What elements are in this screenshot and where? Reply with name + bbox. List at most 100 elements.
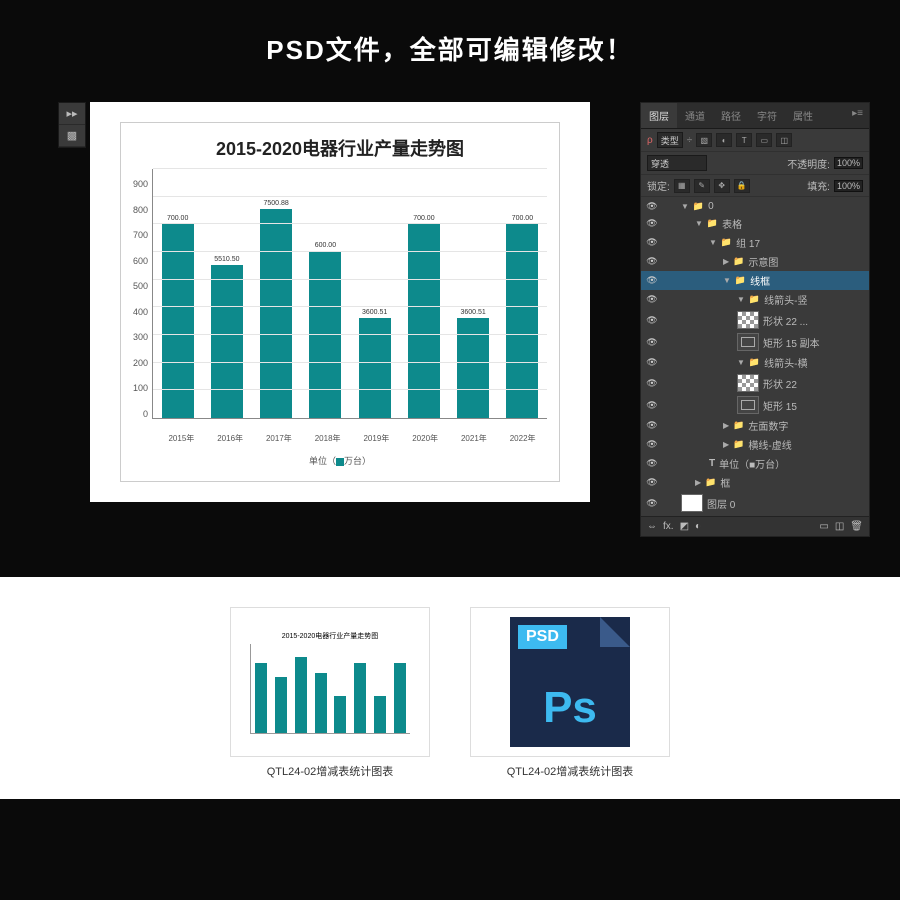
- panel-menu-icon[interactable]: ▸≡: [846, 103, 869, 128]
- layer-row[interactable]: 👁▼📁线框: [641, 271, 869, 290]
- group-icon[interactable]: ▭: [819, 521, 828, 532]
- layer-row[interactable]: 👁 形状 22 ...: [641, 309, 869, 331]
- visibility-eye-icon[interactable]: 👁: [645, 315, 659, 326]
- layer-row[interactable]: 👁矩形 15: [641, 394, 869, 416]
- thumb-caption-2: QTL24-02增减表统计图表: [470, 763, 670, 779]
- tab-channels[interactable]: 通道: [677, 103, 713, 128]
- caret-icon[interactable]: ▶: [695, 478, 701, 487]
- layer-name: 框: [720, 475, 730, 490]
- layer-row[interactable]: 👁▶📁左面数字: [641, 416, 869, 435]
- blend-mode-select[interactable]: 穿透: [647, 155, 707, 171]
- visibility-eye-icon[interactable]: 👁: [645, 439, 659, 450]
- visibility-eye-icon[interactable]: 👁: [645, 275, 659, 286]
- visibility-eye-icon[interactable]: 👁: [645, 498, 659, 509]
- workspace: ▸▸ ▩ 2015-2020电器行业产量走势图 9008007006005004…: [0, 87, 900, 537]
- visibility-eye-icon[interactable]: 👁: [645, 458, 659, 469]
- layer-thumb: [737, 311, 759, 329]
- lock-brush-icon[interactable]: ✎: [694, 179, 710, 193]
- filter-shape-icon[interactable]: ▭: [756, 133, 772, 147]
- filter-smart-icon[interactable]: ◫: [776, 133, 792, 147]
- visibility-eye-icon[interactable]: 👁: [645, 357, 659, 368]
- folder-icon: 📁: [749, 357, 760, 368]
- layer-row[interactable]: 👁▼📁0: [641, 199, 869, 214]
- visibility-eye-icon[interactable]: 👁: [645, 218, 659, 229]
- layer-tree: 👁▼📁0👁▼📁表格👁▼📁组 17👁▶📁示意图👁▼📁线框👁▼📁线箭头-竖👁形状 2…: [641, 197, 869, 516]
- filter-image-icon[interactable]: ▧: [696, 133, 712, 147]
- visibility-eye-icon[interactable]: 👁: [645, 294, 659, 305]
- caret-icon[interactable]: ▼: [681, 202, 689, 211]
- tab-paths[interactable]: 路径: [713, 103, 749, 128]
- visibility-eye-icon[interactable]: 👁: [645, 256, 659, 267]
- chart-legend: 单位（ 万台）: [133, 454, 547, 467]
- layer-name: 线箭头-竖: [764, 292, 807, 307]
- caret-icon[interactable]: ▶: [723, 421, 729, 430]
- adjustment-icon[interactable]: ◐: [695, 521, 701, 532]
- thumbnails-row: 2015-2020电器行业产量走势图 QTL24-02增减表统计图表 PSD P…: [0, 577, 900, 799]
- folder-icon: 📁: [721, 237, 732, 248]
- tab-char[interactable]: 字符: [749, 103, 785, 128]
- filter-type-select[interactable]: 类型: [657, 132, 683, 148]
- layer-name: 组 17: [736, 235, 760, 250]
- layer-row[interactable]: 👁 ▼ 📁 组 17: [641, 233, 869, 252]
- folder-icon: 📁: [693, 201, 704, 212]
- layer-name: 表格: [722, 216, 742, 231]
- collapsed-toolbar[interactable]: ▸▸ ▩: [58, 102, 86, 148]
- layer-row[interactable]: 👁▶📁框: [641, 473, 869, 492]
- new-layer-icon[interactable]: ◫: [835, 521, 844, 532]
- legend-unit: 万台）: [344, 456, 371, 466]
- toolbar-handle-icon[interactable]: ▸▸: [59, 103, 85, 125]
- opacity-value[interactable]: 100%: [834, 157, 863, 169]
- visibility-eye-icon[interactable]: 👁: [645, 378, 659, 389]
- caret-icon[interactable]: ▼: [709, 238, 717, 247]
- visibility-eye-icon[interactable]: 👁: [645, 337, 659, 348]
- layer-row[interactable]: 👁T单位（■万台）: [641, 454, 869, 473]
- x-axis: 2015年2016年2017年2018年2019年2020年2021年2022年: [133, 433, 547, 444]
- layer-row[interactable]: 👁图层 0: [641, 492, 869, 514]
- fx-icon[interactable]: fx.: [663, 521, 674, 532]
- tab-props[interactable]: 属性: [785, 103, 821, 128]
- caret-icon[interactable]: ▼: [737, 358, 745, 367]
- fill-value[interactable]: 100%: [834, 180, 863, 192]
- caret-icon[interactable]: ▼: [723, 276, 731, 285]
- lock-label: 锁定:: [647, 178, 670, 193]
- caret-icon[interactable]: ▶: [723, 257, 729, 266]
- blend-row: 穿透 不透明度: 100%: [641, 152, 869, 175]
- visibility-eye-icon[interactable]: 👁: [645, 237, 659, 248]
- toolbar-icon[interactable]: ▩: [59, 125, 85, 147]
- lock-pixels-icon[interactable]: ▦: [674, 179, 690, 193]
- opacity-label: 不透明度:: [787, 156, 830, 171]
- visibility-eye-icon[interactable]: 👁: [645, 477, 659, 488]
- caret-icon[interactable]: ▶: [723, 440, 729, 449]
- filter-row: ρ 类型 ÷ ▧ ◐ T ▭ ◫: [641, 129, 869, 152]
- filter-text-icon[interactable]: T: [736, 133, 752, 147]
- layer-row[interactable]: 👁 ▼ 📁 线箭头-横: [641, 353, 869, 372]
- link-icon[interactable]: ⇔: [647, 521, 657, 532]
- file-thumbnail-1[interactable]: 2015-2020电器行业产量走势图 QTL24-02增减表统计图表: [230, 607, 430, 779]
- mask-icon[interactable]: ◩: [680, 521, 689, 532]
- layer-name: 形状 22 ...: [763, 313, 808, 328]
- caret-icon[interactable]: ▼: [695, 219, 703, 228]
- layer-name: 横线-虚线: [748, 437, 791, 452]
- layer-row[interactable]: 👁 形状 22: [641, 372, 869, 394]
- caret-icon[interactable]: ▼: [737, 295, 745, 304]
- layer-name: 形状 22: [763, 376, 797, 391]
- visibility-eye-icon[interactable]: 👁: [645, 201, 659, 212]
- layer-row[interactable]: 👁▼📁线箭头-竖: [641, 290, 869, 309]
- visibility-eye-icon[interactable]: 👁: [645, 420, 659, 431]
- legend-text: 单位（: [309, 456, 336, 466]
- lock-move-icon[interactable]: ✥: [714, 179, 730, 193]
- layer-row[interactable]: 👁▶📁示意图: [641, 252, 869, 271]
- layer-name: 左面数字: [748, 418, 788, 433]
- trash-icon[interactable]: 🗑: [850, 521, 863, 532]
- visibility-eye-icon[interactable]: 👁: [645, 400, 659, 411]
- layer-row[interactable]: 👁 矩形 15 副本: [641, 331, 869, 353]
- layer-row[interactable]: 👁▼📁表格: [641, 214, 869, 233]
- lock-all-icon[interactable]: 🔒: [734, 179, 750, 193]
- layer-thumb: [737, 374, 759, 392]
- layer-name: 线箭头-横: [764, 355, 807, 370]
- file-thumbnail-2[interactable]: PSD Ps QTL24-02增减表统计图表: [470, 607, 670, 779]
- tab-layers[interactable]: 图层: [641, 103, 677, 128]
- filter-adjust-icon[interactable]: ◐: [716, 133, 732, 147]
- layer-name: 矩形 15 副本: [763, 335, 820, 350]
- layer-row[interactable]: 👁▶📁横线-虚线: [641, 435, 869, 454]
